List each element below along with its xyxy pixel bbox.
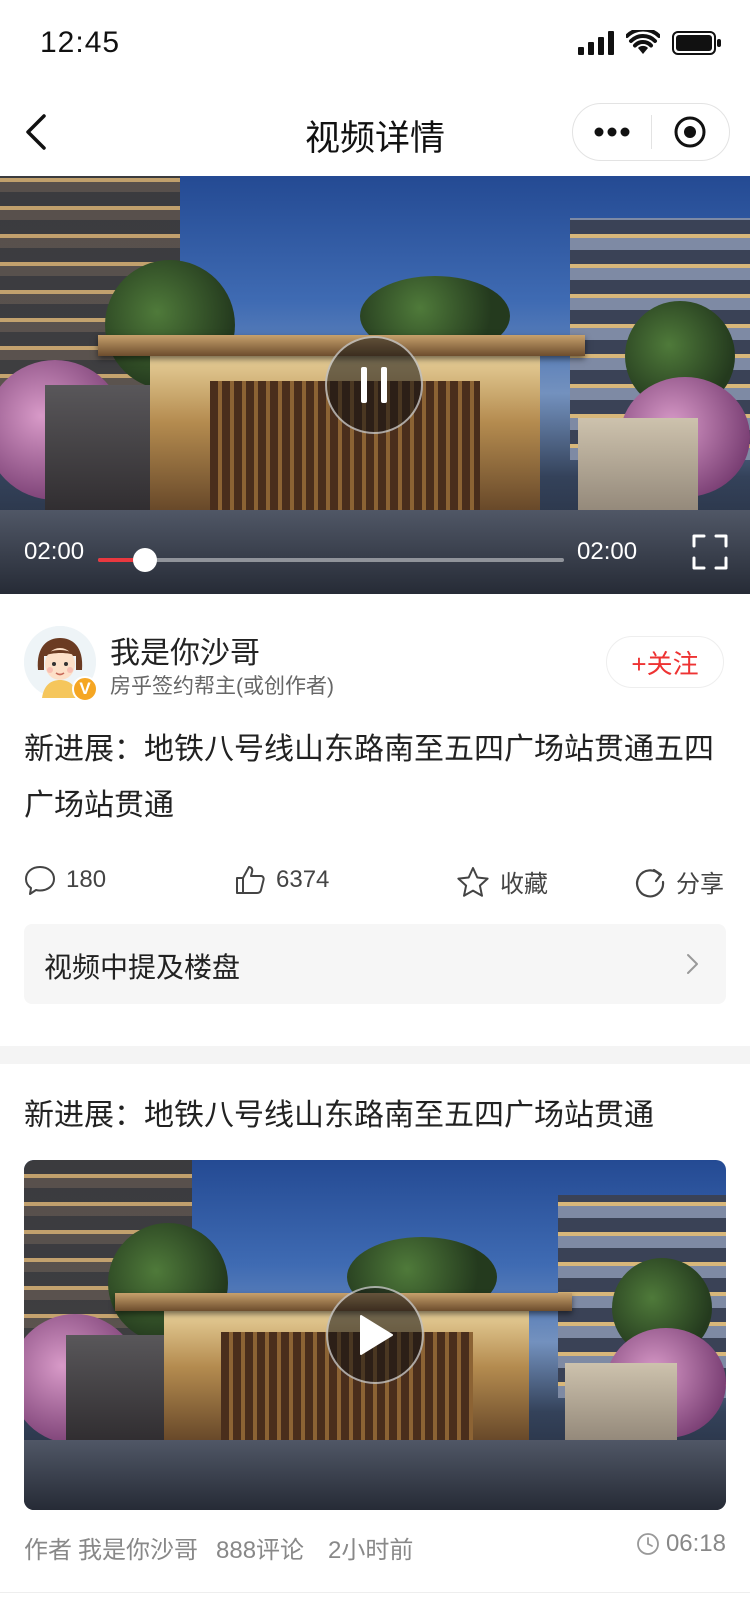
progress-bar[interactable] <box>98 548 564 572</box>
verified-badge: V <box>72 676 98 702</box>
recommended-duration: 06:18 <box>636 1530 726 1558</box>
target-icon <box>674 116 706 148</box>
share-label: 分享 <box>676 871 724 898</box>
battery-icon <box>672 31 721 55</box>
more-dots-icon <box>594 127 630 137</box>
total-time: 02:00 <box>577 538 638 565</box>
mini-program-capsule <box>572 103 730 161</box>
author-prefix: 作者 <box>24 1537 72 1564</box>
recommended-comment-count: 888评论 <box>216 1537 305 1564</box>
fullscreen-icon[interactable] <box>692 534 728 570</box>
author-section: V 我是你沙哥 房乎签约帮主(或创作者) +关注 <box>0 594 750 704</box>
thumbs-up-icon <box>236 866 265 894</box>
player-controls: 02:00 02:00 <box>0 518 750 594</box>
follow-button[interactable]: +关注 <box>606 636 724 688</box>
play-button[interactable] <box>326 1286 424 1384</box>
share-icon <box>636 868 665 897</box>
progress-thumb[interactable] <box>132 548 157 572</box>
more-button[interactable] <box>573 103 651 161</box>
like-action[interactable]: 6374 <box>234 864 329 896</box>
like-count: 6374 <box>276 866 330 893</box>
author-name[interactable]: 我是你沙哥 <box>110 628 260 672</box>
clock-icon <box>637 1533 659 1555</box>
status-bar: 12:45 <box>0 0 750 88</box>
favorite-action[interactable]: 收藏 <box>456 864 548 899</box>
current-time: 02:00 <box>24 538 85 565</box>
close-mini-program-button[interactable] <box>652 103 730 161</box>
section-divider <box>0 1046 750 1064</box>
mentioned-properties-label: 视频中提及楼盘 <box>44 952 241 983</box>
wifi-icon <box>626 30 660 54</box>
star-icon <box>457 866 489 897</box>
author-role: 房乎签约帮主(或创作者) <box>110 675 334 698</box>
recommended-video-title[interactable]: 新进展：地铁八号线山东路南至五四广场站贯通 <box>24 1090 726 1134</box>
pause-icon <box>361 367 387 403</box>
comment-icon <box>25 866 55 895</box>
play-icon <box>360 1315 393 1355</box>
video-title: 新进展：地铁八号线山东路南至五四广场站贯通五四广场站贯通 <box>24 733 714 822</box>
duration-text: 06:18 <box>665 1530 726 1557</box>
pause-button[interactable] <box>325 336 423 434</box>
bottom-divider <box>0 1592 750 1593</box>
favorite-label: 收藏 <box>500 871 548 898</box>
recommended-author-name[interactable]: 我是你沙哥 <box>78 1530 198 1565</box>
recommended-time-ago: 2小时前 <box>328 1537 414 1564</box>
action-bar: 180 6374 收藏 分享 <box>0 860 750 908</box>
video-player[interactable]: 02:00 02:00 <box>0 176 750 594</box>
status-time: 12:45 <box>40 26 121 59</box>
share-action[interactable]: 分享 <box>634 864 724 899</box>
comment-action[interactable]: 180 <box>24 864 106 896</box>
chevron-right-icon <box>687 954 698 974</box>
signal-icon <box>578 31 614 55</box>
mentioned-properties-row[interactable]: 视频中提及楼盘 <box>24 924 726 1004</box>
recommended-video-meta: 作者 我是你沙哥 888评论 2小时前 06:18 <box>24 1530 726 1564</box>
status-icons <box>578 30 722 56</box>
comment-count: 180 <box>66 866 107 893</box>
nav-bar: 视频详情 <box>0 88 750 176</box>
recommended-video-thumbnail[interactable] <box>24 1160 726 1510</box>
